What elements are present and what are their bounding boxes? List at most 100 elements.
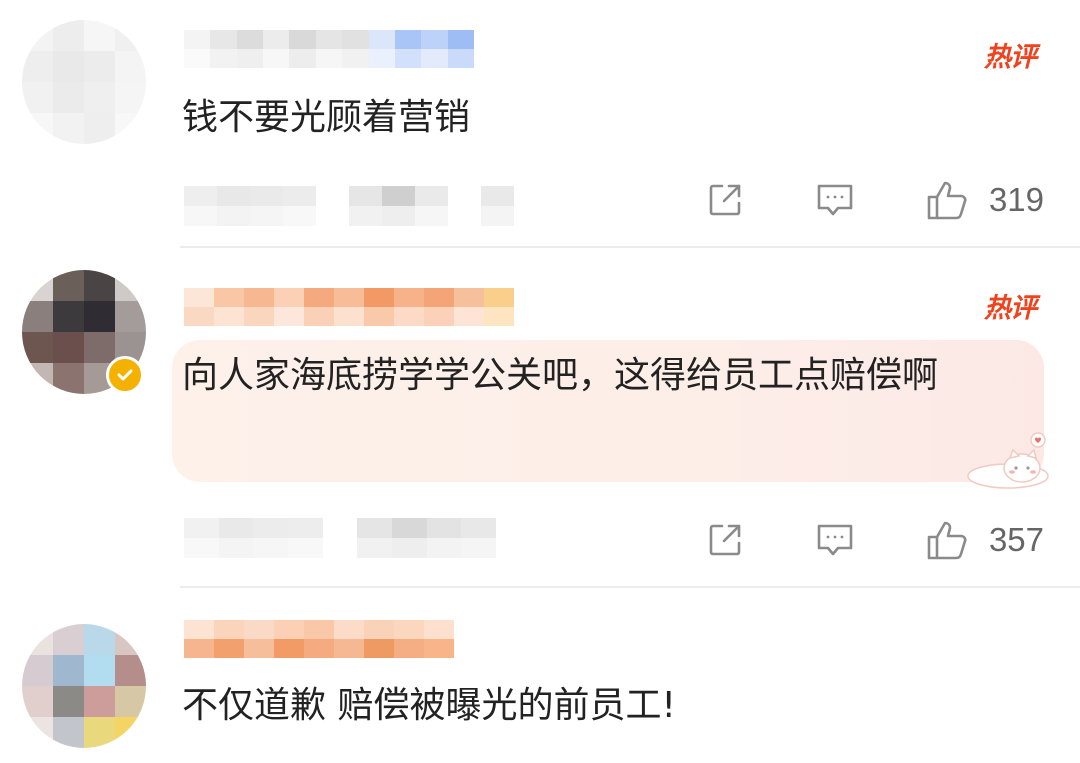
mosaic-cell: [115, 270, 146, 301]
mosaic-cell: [236, 49, 264, 68]
hot-comment-badge: 热评: [984, 42, 1037, 73]
mosaic-cell: [274, 307, 304, 326]
comment-text: 不仅道歉 赔偿被曝光的前员工!: [182, 685, 676, 726]
mosaic-cell: [53, 686, 84, 717]
mosaic-cell: [84, 113, 115, 144]
mosaic-cell: [263, 30, 290, 49]
mosaic-cell: [394, 30, 422, 49]
mosaic-cell: [304, 620, 334, 639]
mosaic-cell: [22, 717, 53, 748]
comment-text: 钱不要光顾着营销: [182, 97, 471, 138]
mosaic-cell: [184, 30, 211, 49]
mosaic-cell: [382, 206, 415, 226]
mosaic-cell: [184, 518, 219, 538]
mosaic-cell: [253, 538, 288, 558]
mosaic-cell: [53, 363, 84, 394]
mosaic-cell: [316, 206, 349, 226]
mosaic-cell: [304, 307, 334, 326]
mosaic-cell: [84, 301, 115, 332]
mosaic-cell: [53, 113, 84, 144]
mosaic-cell: [394, 639, 424, 658]
comment-actions: 319: [703, 175, 1044, 225]
mosaic-cell: [283, 206, 316, 226]
mosaic-cell: [424, 288, 454, 307]
mosaic-cell: [22, 113, 53, 144]
mosaic-cell: [421, 49, 448, 68]
like-count: 319: [988, 181, 1044, 218]
mosaic-cell: [115, 686, 146, 717]
mosaic-cell: [217, 186, 250, 206]
mosaic-cell: [22, 51, 53, 82]
share-button[interactable]: [703, 180, 747, 220]
share-button[interactable]: [703, 520, 747, 560]
mosaic-cell: [454, 307, 484, 326]
username-blurred[interactable]: [184, 30, 474, 68]
mosaic-cell: [364, 639, 394, 658]
cat-sticker: [967, 432, 1049, 489]
avatar[interactable]: [22, 624, 146, 748]
mosaic-cell: [274, 620, 304, 639]
mosaic-cell: [357, 538, 392, 558]
mosaic-cell: [115, 655, 146, 686]
comment-meta-blurred: [184, 518, 496, 558]
mosaic-cell: [184, 639, 214, 658]
mosaic-cell: [391, 518, 427, 538]
mosaic-cell: [334, 620, 364, 639]
mosaic-cell: [84, 717, 115, 748]
like-button[interactable]: 319: [925, 178, 1044, 222]
username-blurred[interactable]: [184, 288, 514, 326]
mosaic-cell: [415, 206, 448, 226]
mosaic-cell: [316, 186, 349, 206]
mosaic-cell: [53, 51, 84, 82]
mosaic-cell: [447, 49, 474, 68]
username-blurred[interactable]: [184, 620, 454, 658]
mosaic-cell: [217, 206, 250, 226]
mosaic-cell: [244, 307, 274, 326]
reply-button[interactable]: [813, 180, 857, 220]
mosaic-cell: [394, 307, 424, 326]
mosaic-cell: [84, 624, 115, 655]
mosaic-cell: [84, 655, 115, 686]
mosaic-cell: [22, 270, 53, 301]
mosaic-cell: [84, 82, 115, 113]
avatar[interactable]: [22, 20, 146, 144]
mosaic-cell: [53, 332, 84, 363]
mosaic-cell: [250, 186, 283, 206]
mosaic-cell: [53, 301, 84, 332]
mosaic-cell: [236, 30, 264, 49]
mosaic-cell: [334, 307, 364, 326]
mosaic-cell: [454, 288, 484, 307]
mosaic-cell: [287, 518, 323, 538]
mosaic-cell: [283, 186, 316, 206]
mosaic-cell: [84, 20, 115, 51]
mosaic-cell: [53, 624, 84, 655]
mosaic-cell: [22, 363, 53, 394]
share-icon: [709, 184, 741, 216]
mosaic-cell: [342, 30, 369, 49]
mosaic-cell: [214, 620, 244, 639]
mosaic-cell: [481, 186, 514, 206]
mosaic-cell: [253, 518, 288, 538]
mosaic-cell: [22, 332, 53, 363]
mosaic-cell: [53, 270, 84, 301]
mosaic-cell: [447, 30, 474, 49]
mosaic-cell: [368, 30, 395, 49]
mosaic-cell: [115, 82, 146, 113]
mosaic-cell: [415, 186, 448, 206]
mosaic-cell: [244, 620, 274, 639]
mosaic-cell: [424, 307, 454, 326]
mosaic-cell: [274, 639, 304, 658]
mosaic-cell: [22, 301, 53, 332]
mosaic-cell: [289, 49, 316, 68]
mosaic-cell: [394, 620, 424, 639]
mosaic-cell: [394, 49, 422, 68]
like-button[interactable]: 357: [925, 518, 1044, 562]
mosaic-cell: [184, 620, 214, 639]
mosaic-cell: [364, 307, 394, 326]
mosaic-cell: [218, 518, 254, 538]
reply-icon: [817, 524, 853, 556]
reply-icon: [817, 184, 853, 216]
reply-button[interactable]: [813, 520, 857, 560]
mosaic-cell: [210, 49, 237, 68]
mosaic-cell: [364, 620, 394, 639]
